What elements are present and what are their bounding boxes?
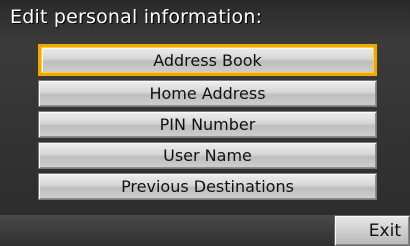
exit-button[interactable]: Exit [334,215,410,246]
address-book-button[interactable]: Address Book [38,44,377,76]
pin-number-button[interactable]: PIN Number [38,111,377,138]
user-name-button[interactable]: User Name [38,142,377,169]
personal-info-menu: Address Book Home Address PIN Number Use… [38,44,377,200]
previous-destinations-button[interactable]: Previous Destinations [38,173,377,200]
home-address-button[interactable]: Home Address [38,80,377,107]
page-title: Edit personal information: [10,6,263,28]
nav-screen: Edit personal information: Address Book … [0,0,410,246]
